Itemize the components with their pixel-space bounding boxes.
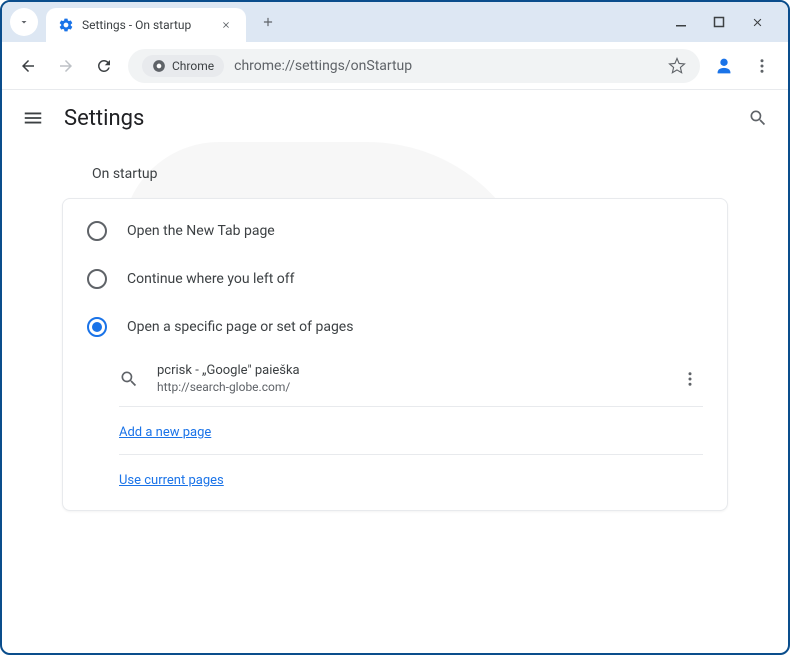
gear-icon [58,17,74,33]
chrome-icon [152,59,166,73]
chrome-chip: Chrome [142,55,224,77]
tab-bar: Settings - On startup [2,2,788,42]
use-current-pages-link[interactable]: Use current pages [119,473,224,488]
radio-label: Continue where you left off [127,271,295,287]
close-window-button[interactable] [750,15,764,29]
radio-new-tab[interactable]: Open the New Tab page [63,207,727,255]
browser-tab[interactable]: Settings - On startup [46,8,246,42]
maximize-button[interactable] [712,15,726,29]
radio-label: Open a specific page or set of pages [127,319,353,335]
url-text: chrome://settings/onStartup [234,58,412,74]
radio-specific-pages[interactable]: Open a specific page or set of pages [63,303,727,351]
page-entry-url: http://search-globe.com/ [157,380,659,394]
bookmark-star-icon[interactable] [668,57,686,75]
radio-icon [87,269,107,289]
minimize-button[interactable] [674,15,688,29]
page-entry-title: pcrisk - „Google" paieška [157,363,659,378]
startup-page-entry: pcrisk - „Google" paieška http://search-… [63,351,727,406]
browser-toolbar: Chrome chrome://settings/onStartup [2,42,788,90]
hamburger-icon[interactable] [22,107,44,129]
radio-icon [87,221,107,241]
tab-title: Settings - On startup [82,18,210,32]
reload-button[interactable] [90,52,118,80]
settings-header: Settings [2,90,788,146]
section-label: On startup [62,166,728,182]
add-page-link[interactable]: Add a new page [119,425,211,440]
new-tab-button[interactable] [254,8,282,36]
page-title: Settings [64,106,144,131]
radio-icon [87,317,107,337]
search-icon [119,369,139,389]
forward-button[interactable] [52,52,80,80]
radio-continue[interactable]: Continue where you left off [63,255,727,303]
profile-button[interactable] [710,52,738,80]
back-button[interactable] [14,52,42,80]
startup-card: Open the New Tab page Continue where you… [62,198,728,511]
tab-search-dropdown[interactable] [10,8,38,36]
close-icon[interactable] [218,17,234,33]
chrome-chip-label: Chrome [172,59,214,73]
settings-search-button[interactable] [748,108,768,128]
browser-menu-button[interactable] [748,52,776,80]
address-bar[interactable]: Chrome chrome://settings/onStartup [128,49,700,83]
page-entry-menu-button[interactable] [677,366,703,392]
radio-label: Open the New Tab page [127,223,275,239]
